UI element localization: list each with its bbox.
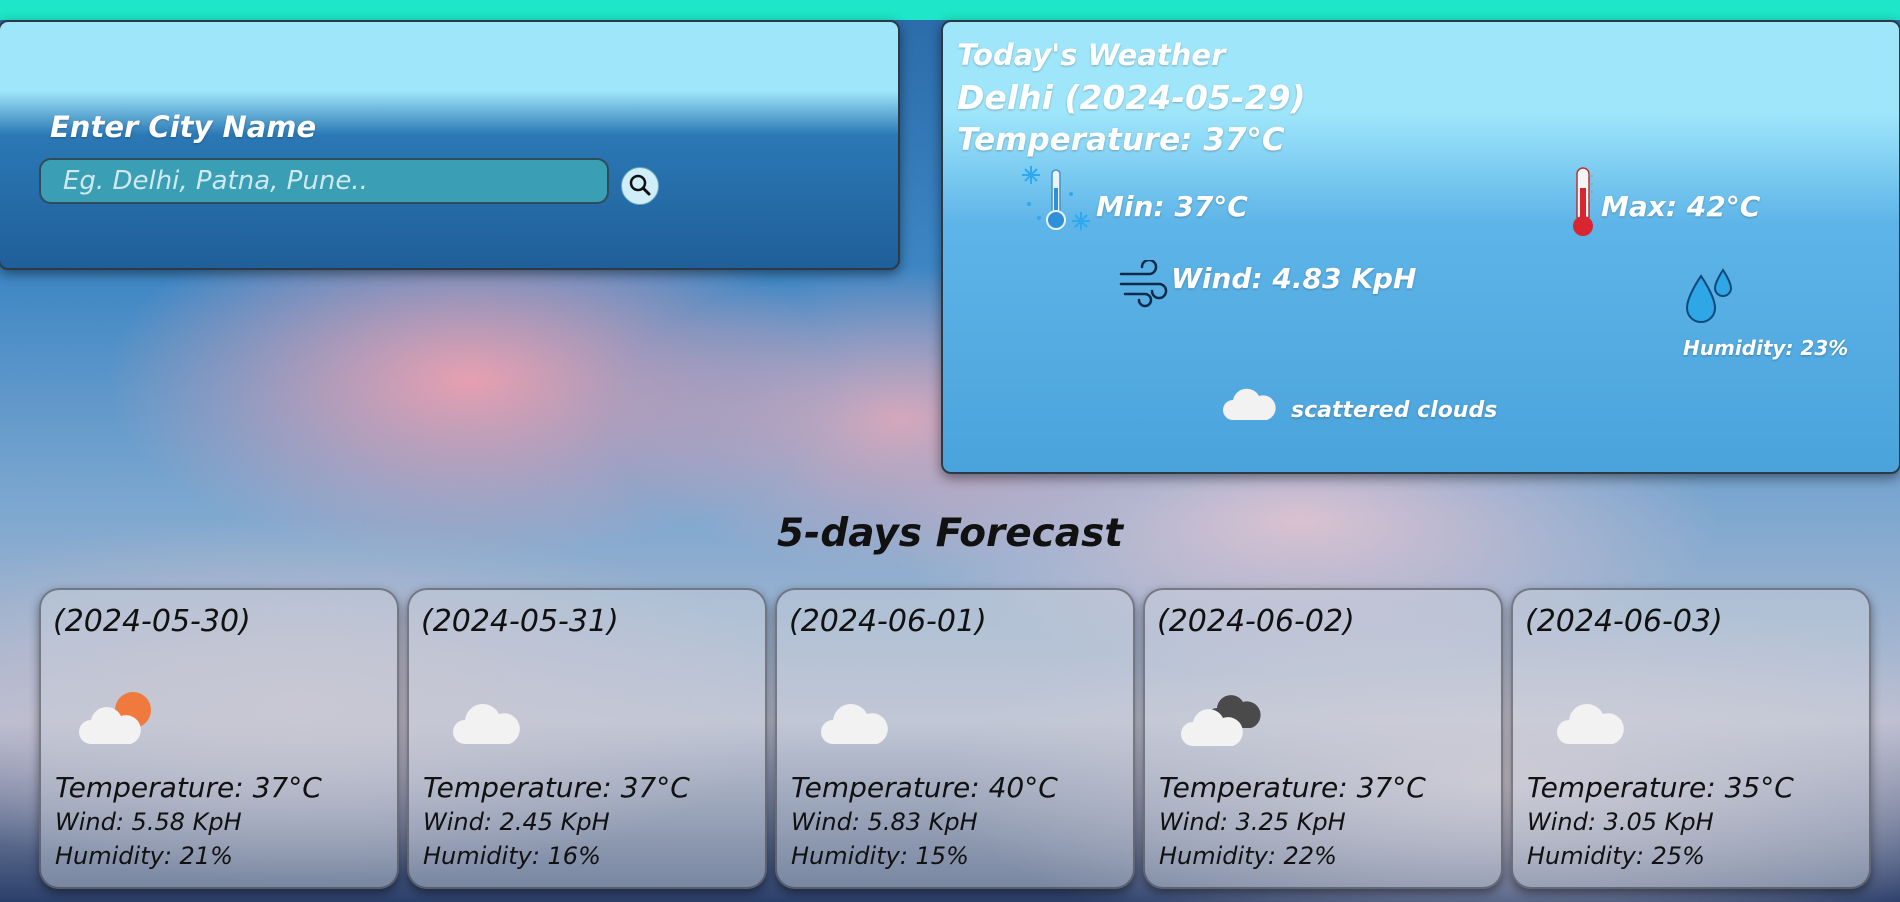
forecast-card: (2024-05-30) Temperature: 37°C Wind: 5.5… — [39, 588, 399, 889]
city-search-input[interactable] — [39, 158, 609, 204]
broken-clouds-icon — [1181, 695, 1261, 746]
cloud-icon — [453, 704, 520, 744]
max-temperature: Max: 42°C — [1601, 190, 1761, 223]
top-accent-bar — [0, 0, 1900, 20]
cloud-sun-icon — [79, 692, 151, 744]
forecast-temperature: Temperature: 35°C — [1527, 771, 1794, 804]
forecast-date: (2024-05-31) — [421, 604, 619, 639]
cloud-icon — [821, 704, 888, 744]
search-button[interactable] — [621, 167, 659, 205]
forecast-wind: Wind: 3.05 KpH — [1527, 808, 1714, 836]
forecast-date: (2024-06-01) — [789, 604, 987, 639]
forecast-card: (2024-06-02) Temperature: 37°C Wind: 3.2… — [1143, 588, 1503, 889]
search-icon — [629, 174, 651, 196]
forecast-wind: Wind: 2.45 KpH — [423, 808, 610, 836]
forecast-heading: 5-days Forecast — [777, 511, 1123, 556]
current-temperature: Temperature: 37°C — [957, 122, 1285, 158]
city-input-label: Enter City Name — [50, 110, 317, 144]
forecast-temperature: Temperature: 37°C — [55, 771, 322, 804]
cloud-icon — [1223, 388, 1276, 420]
wind-speed: Wind: 4.83 KpH — [1171, 262, 1417, 295]
forecast-wind: Wind: 5.83 KpH — [791, 808, 978, 836]
min-temperature: Min: 37°C — [1096, 190, 1248, 223]
forecast-humidity: Humidity: 22% — [1159, 842, 1337, 870]
thermometer-cold-icon — [1022, 166, 1090, 230]
wind-icon — [1119, 260, 1168, 308]
city-and-date: Delhi (2024-05-29) — [957, 78, 1306, 117]
weather-condition: scattered clouds — [1291, 398, 1498, 423]
forecast-humidity: Humidity: 16% — [423, 842, 601, 870]
forecast-card: (2024-06-03) Temperature: 35°C Wind: 3.0… — [1511, 588, 1871, 889]
forecast-date: (2024-06-02) — [1157, 604, 1355, 639]
forecast-temperature: Temperature: 37°C — [423, 771, 690, 804]
forecast-date: (2024-05-30) — [53, 604, 251, 639]
thermometer-hot-icon — [1573, 167, 1593, 236]
forecast-temperature: Temperature: 40°C — [791, 771, 1058, 804]
forecast-card: (2024-06-01) Temperature: 40°C Wind: 5.8… — [775, 588, 1135, 889]
water-drops-icon — [1685, 268, 1733, 323]
city-search-panel: Enter City Name — [0, 20, 900, 270]
forecast-humidity: Humidity: 25% — [1527, 842, 1705, 870]
current-weather-title: Today's Weather — [957, 38, 1226, 72]
forecast-card: (2024-05-31) Temperature: 37°C Wind: 2.4… — [407, 588, 767, 889]
forecast-wind: Wind: 3.25 KpH — [1159, 808, 1346, 836]
humidity: Humidity: 23% — [1683, 336, 1849, 360]
forecast-date: (2024-06-03) — [1525, 604, 1723, 639]
forecast-humidity: Humidity: 21% — [55, 842, 233, 870]
cloud-icon — [1557, 704, 1624, 744]
forecast-temperature: Temperature: 37°C — [1159, 771, 1426, 804]
current-weather-panel: Today's Weather Delhi (2024-05-29) Tempe… — [941, 20, 1900, 474]
forecast-wind: Wind: 5.58 KpH — [55, 808, 242, 836]
forecast-humidity: Humidity: 15% — [791, 842, 969, 870]
